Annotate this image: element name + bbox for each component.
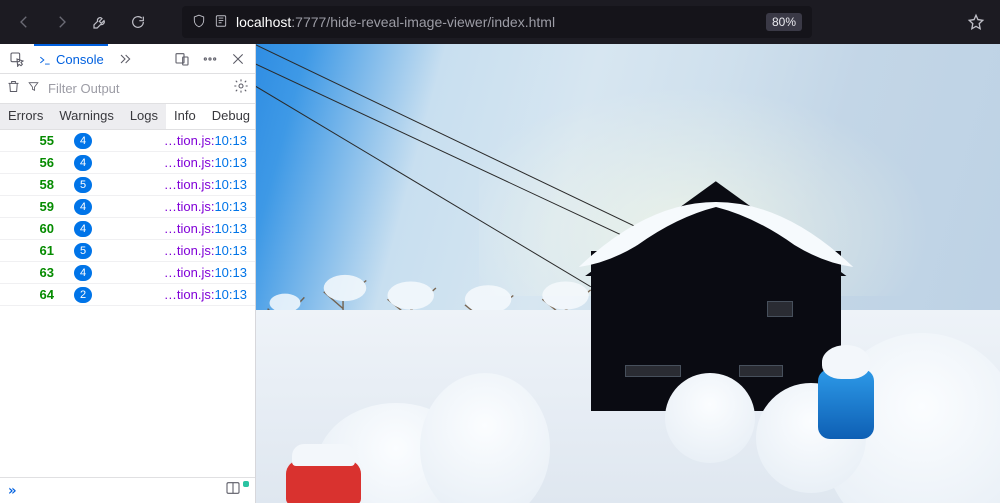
console-command-line[interactable]: » bbox=[0, 477, 255, 503]
tabs-overflow-icon[interactable] bbox=[114, 48, 136, 70]
console-filter-bar bbox=[0, 74, 255, 104]
log-row[interactable]: 61 5 …tion.js:10:13 bbox=[0, 240, 255, 262]
blue-object bbox=[818, 369, 874, 439]
log-repeat-count: 2 bbox=[74, 287, 92, 303]
console-settings-icon[interactable] bbox=[233, 78, 249, 99]
log-row[interactable]: 64 2 …tion.js:10:13 bbox=[0, 284, 255, 306]
log-value: 60 bbox=[8, 221, 54, 236]
console-log-list: 554…tion.js:10:13564…tion.js:10:13585…ti… bbox=[0, 130, 255, 477]
log-source-link[interactable]: …tion.js:10:13 bbox=[164, 265, 247, 280]
log-value: 56 bbox=[8, 155, 54, 170]
log-value: 55 bbox=[8, 133, 54, 148]
clear-console-icon[interactable] bbox=[6, 79, 21, 99]
tab-console-label: Console bbox=[56, 52, 104, 67]
log-source-link[interactable]: …tion.js:10:13 bbox=[164, 221, 247, 236]
log-row[interactable]: 59 4 …tion.js:10:13 bbox=[0, 196, 255, 218]
log-value: 64 bbox=[8, 287, 54, 302]
cat-errors[interactable]: Errors bbox=[0, 104, 51, 129]
page-info-icon bbox=[214, 14, 228, 31]
log-source-link[interactable]: …tion.js:10:13 bbox=[164, 199, 247, 214]
log-value: 58 bbox=[8, 177, 54, 192]
log-repeat-count: 5 bbox=[74, 177, 92, 193]
log-source-link[interactable]: …tion.js:10:13 bbox=[164, 177, 247, 192]
bookmark-star-icon[interactable] bbox=[962, 8, 990, 36]
filter-funnel-icon[interactable] bbox=[27, 80, 40, 98]
log-value: 61 bbox=[8, 243, 54, 258]
red-car bbox=[286, 460, 361, 503]
log-row[interactable]: 58 5 …tion.js:10:13 bbox=[0, 174, 255, 196]
cat-warnings[interactable]: Warnings bbox=[51, 104, 121, 129]
filter-output-input[interactable] bbox=[46, 81, 227, 96]
devtools-tabstrip: Console bbox=[0, 44, 255, 74]
log-repeat-count: 4 bbox=[74, 155, 92, 171]
devtools-panel: Console bbox=[0, 44, 256, 503]
log-repeat-count: 4 bbox=[74, 133, 92, 149]
log-repeat-count: 5 bbox=[74, 243, 92, 259]
log-row[interactable]: 56 4 …tion.js:10:13 bbox=[0, 152, 255, 174]
page-content bbox=[256, 44, 1000, 503]
browser-toolbar: localhost:7777/hide-reveal-image-viewer/… bbox=[0, 0, 1000, 44]
url-host: localhost bbox=[236, 14, 291, 30]
console-categories: Errors Warnings Logs Info Debug bbox=[0, 104, 255, 130]
command-prompt-chevrons: » bbox=[8, 483, 16, 499]
shield-icon bbox=[192, 14, 206, 31]
log-row[interactable]: 60 4 …tion.js:10:13 bbox=[0, 218, 255, 240]
main-area: Console bbox=[0, 44, 1000, 503]
log-source-link[interactable]: …tion.js:10:13 bbox=[164, 287, 247, 302]
tab-console[interactable]: Console bbox=[34, 44, 108, 74]
forward-button[interactable] bbox=[48, 8, 76, 36]
log-row[interactable]: 55 4 …tion.js:10:13 bbox=[0, 130, 255, 152]
log-source-link[interactable]: …tion.js:10:13 bbox=[164, 243, 247, 258]
log-value: 63 bbox=[8, 265, 54, 280]
wrench-icon[interactable] bbox=[86, 8, 114, 36]
url-text: localhost:7777/hide-reveal-image-viewer/… bbox=[236, 14, 555, 30]
reload-button[interactable] bbox=[124, 8, 152, 36]
responsive-design-icon[interactable] bbox=[171, 48, 193, 70]
log-source-link[interactable]: …tion.js:10:13 bbox=[164, 133, 247, 148]
back-button[interactable] bbox=[10, 8, 38, 36]
log-repeat-count: 4 bbox=[74, 265, 92, 281]
log-repeat-count: 4 bbox=[74, 221, 92, 237]
cat-debug[interactable]: Debug bbox=[204, 104, 258, 129]
cat-logs[interactable]: Logs bbox=[122, 104, 166, 129]
meatballs-icon[interactable] bbox=[199, 48, 221, 70]
log-row[interactable]: 63 4 …tion.js:10:13 bbox=[0, 262, 255, 284]
log-repeat-count: 4 bbox=[74, 199, 92, 215]
editor-mode-dot-icon bbox=[243, 481, 249, 487]
log-source-link[interactable]: …tion.js:10:13 bbox=[164, 155, 247, 170]
split-console-icon[interactable] bbox=[225, 480, 241, 501]
log-value: 59 bbox=[8, 199, 54, 214]
zoom-badge[interactable]: 80% bbox=[766, 13, 802, 31]
cat-info[interactable]: Info bbox=[166, 104, 204, 129]
photo-scene bbox=[256, 44, 1000, 503]
url-path: :7777/hide-reveal-image-viewer/index.htm… bbox=[291, 14, 555, 30]
inspector-pick-icon[interactable] bbox=[6, 48, 28, 70]
close-devtools-icon[interactable] bbox=[227, 48, 249, 70]
url-bar[interactable]: localhost:7777/hide-reveal-image-viewer/… bbox=[182, 6, 812, 38]
